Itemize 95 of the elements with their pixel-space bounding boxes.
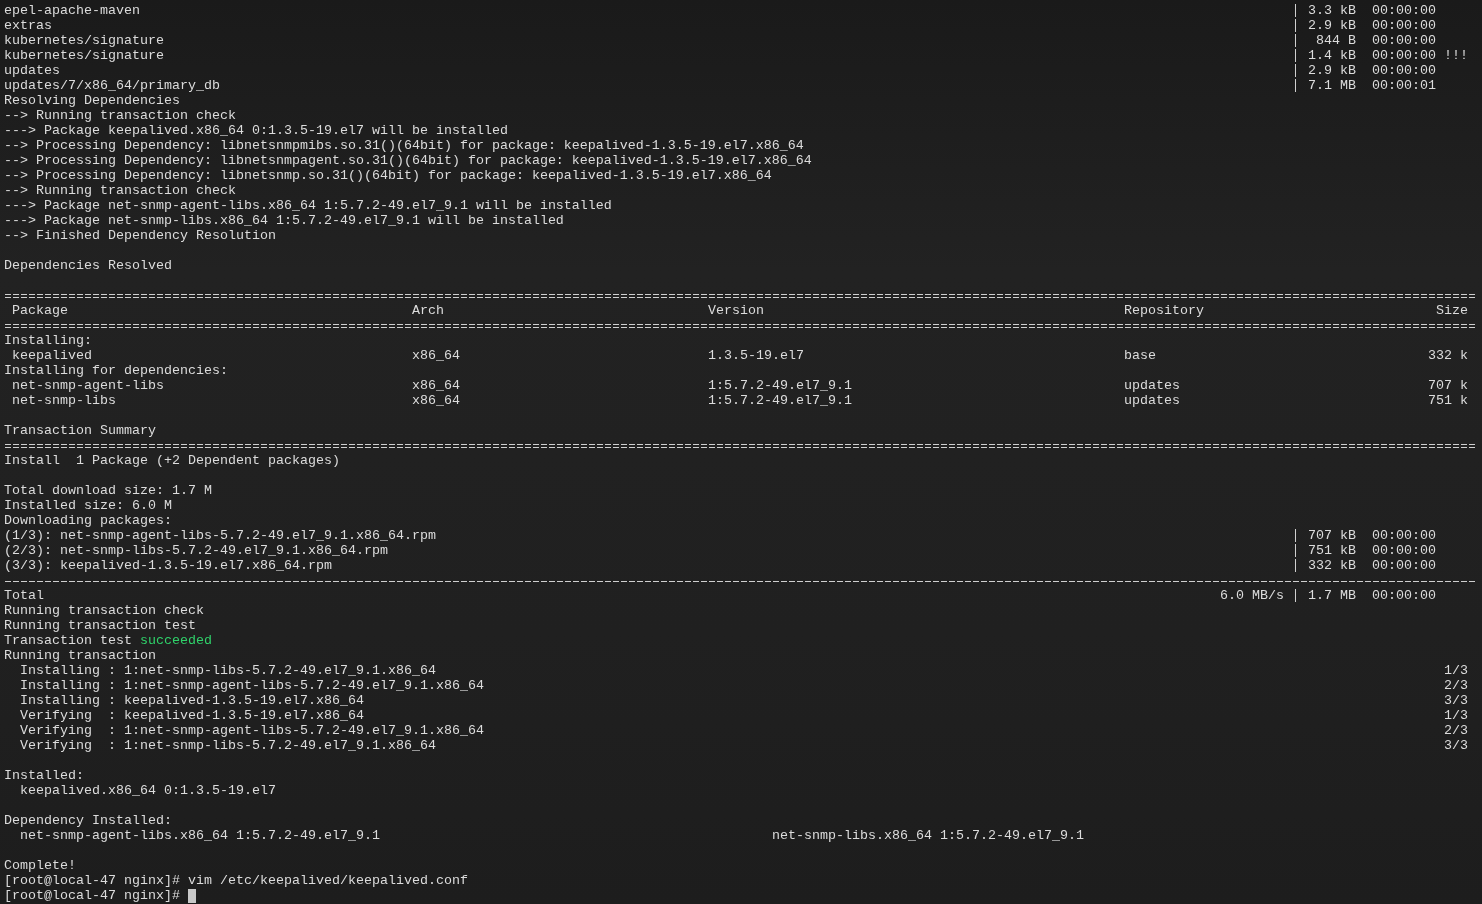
table-cell: keepalived — [12, 348, 92, 363]
step-count: 1/3 — [1444, 708, 1468, 723]
table-cell: updates — [1124, 378, 1180, 393]
column-header: Arch — [412, 303, 444, 318]
column-header: Repository — [1124, 303, 1204, 318]
download-size: 751 kB — [1308, 543, 1356, 558]
download-time: 00:00:00 — [1372, 588, 1436, 603]
terminal-line: Dependencies Resolved — [4, 258, 172, 273]
table-cell: 751 k — [1428, 393, 1468, 408]
download-size: 844 B — [1316, 33, 1356, 48]
terminal-line: Installing for dependencies: — [4, 363, 228, 378]
download-time: 00:00:01 — [1372, 78, 1436, 93]
shell-prompt: [root@local-47 nginx]# — [4, 888, 180, 903]
terminal-line: Complete! — [4, 858, 76, 873]
column-header: Size — [1436, 303, 1468, 318]
terminal-line: Running transaction test — [4, 618, 196, 633]
total-label: Total — [4, 588, 44, 603]
shell-command: vim /etc/keepalived/keepalived.conf — [187, 873, 468, 888]
terminal-line: Total download size: 1.7 M — [4, 483, 212, 498]
download-name: epel-apache-maven — [4, 3, 140, 18]
terminal-line: ---> Package net-snmp-libs.x86_64 1:5.7.2-49.el7_9.1 will be installed — [4, 213, 564, 228]
download-size: 1.4 kB — [1308, 48, 1356, 63]
download-name: kubernetes/signature — [4, 33, 164, 48]
step-count: 2/3 — [1444, 678, 1468, 693]
download-name: (1/3): net-snmp-agent-libs-5.7.2-49.el7_9.1.x86_64.rpm — [4, 528, 436, 543]
installed-package: net-snmp-libs.x86_64 1:5.7.2-49.el7_9.1 — [772, 828, 1084, 843]
terminal-line: --> Running transaction check — [4, 108, 236, 123]
download-time: 00:00:00 — [1372, 543, 1436, 558]
download-size: 2.9 kB — [1308, 18, 1356, 33]
download-size: 332 kB — [1308, 558, 1356, 573]
terminal-line: --> Finished Dependency Resolution — [4, 228, 276, 243]
download-name: (3/3): keepalived-1.3.5-19.el7.x86_64.rpm — [4, 558, 332, 573]
table-cell: 332 k — [1428, 348, 1468, 363]
terminal-line: --> Running transaction check — [4, 183, 236, 198]
terminal-line: Downloading packages: — [4, 513, 172, 528]
terminal-line: Transaction Summary — [4, 423, 156, 438]
transaction-step: Verifying : 1:net-snmp-agent-libs-5.7.2-49.el7_9.1.x86_64 — [20, 723, 484, 738]
table-cell: net-snmp-libs — [12, 393, 116, 408]
table-cell: 1.3.5-19.el7 — [708, 348, 804, 363]
download-time: 00:00:00 — [1372, 63, 1436, 78]
terminal-line: Transaction test succeeded — [4, 633, 212, 648]
table-cell: net-snmp-agent-libs — [12, 378, 164, 393]
step-count: 3/3 — [1444, 693, 1468, 708]
table-cell: base — [1124, 348, 1156, 363]
terminal-line: --> Processing Dependency: libnetsnmpmibs.so.31()(64bit) for package: keepalived-1.3.5-19.el7.x86_64 — [4, 138, 804, 153]
step-count: 1/3 — [1444, 663, 1468, 678]
download-name: updates/7/x86_64/primary_db — [4, 78, 220, 93]
terminal-line: ---> Package keepalived.x86_64 0:1.3.5-19.el7 will be installed — [4, 123, 508, 138]
download-name: extras — [4, 18, 52, 33]
terminal-line: --> Processing Dependency: libnetsnmp.so.31()(64bit) for package: keepalived-1.3.5-19.el7.x86_64 — [4, 168, 772, 183]
download-time: 00:00:00 — [1372, 558, 1436, 573]
terminal-line: Running transaction — [4, 648, 156, 663]
terminal-line: Dependency Installed: — [4, 813, 172, 828]
transaction-step: Verifying : keepalived-1.3.5-19.el7.x86_64 — [20, 708, 364, 723]
terminal-line: Installing: — [4, 333, 92, 348]
transaction-step: Installing : keepalived-1.3.5-19.el7.x86_64 — [20, 693, 364, 708]
download-size: 7.1 MB — [1308, 78, 1356, 93]
download-size: 2.9 kB — [1308, 63, 1356, 78]
transaction-step: Installing : 1:net-snmp-agent-libs-5.7.2-49.el7_9.1.x86_64 — [20, 678, 484, 693]
table-cell: 1:5.7.2-49.el7_9.1 — [708, 393, 852, 408]
download-time: 00:00:00 — [1372, 3, 1436, 18]
column-header: Package — [12, 303, 68, 318]
step-count: 2/3 — [1444, 723, 1468, 738]
terminal-line: ---> Package net-snmp-agent-libs.x86_64 1:5.7.2-49.el7_9.1 will be installed — [4, 198, 612, 213]
download-time: 00:00:00 — [1372, 33, 1436, 48]
terminal-line: Resolving Dependencies — [4, 93, 180, 108]
download-size: 707 kB — [1308, 528, 1356, 543]
table-cell: x86_64 — [412, 393, 460, 408]
download-size: 1.7 MB — [1308, 588, 1356, 603]
step-count: 3/3 — [1444, 738, 1468, 753]
download-name: (2/3): net-snmp-libs-5.7.2-49.el7_9.1.x86_64.rpm — [4, 543, 388, 558]
transaction-step: Verifying : 1:net-snmp-libs-5.7.2-49.el7_9.1.x86_64 — [20, 738, 436, 753]
table-cell: x86_64 — [412, 378, 460, 393]
download-size: 3.3 kB — [1308, 3, 1356, 18]
column-header: Version — [708, 303, 764, 318]
download-name: kubernetes/signature — [4, 48, 164, 63]
download-speed: 6.0 MB/s — [1220, 588, 1284, 603]
terminal-line: Running transaction check — [4, 603, 204, 618]
table-cell: updates — [1124, 393, 1180, 408]
download-time: 00:00:00 — [1372, 528, 1436, 543]
download-time: 00:00:00 — [1372, 18, 1436, 33]
download-time: 00:00:00 — [1372, 48, 1436, 63]
transaction-step: Installing : 1:net-snmp-libs-5.7.2-49.el7_9.1.x86_64 — [20, 663, 436, 678]
installed-package: net-snmp-agent-libs.x86_64 1:5.7.2-49.el7_9.1 — [20, 828, 380, 843]
download-name: updates — [4, 63, 60, 78]
table-cell: 1:5.7.2-49.el7_9.1 — [708, 378, 852, 393]
table-cell: 707 k — [1428, 378, 1468, 393]
warning-marks: !!! — [1444, 48, 1468, 63]
terminal-line: Installed size: 6.0 M — [4, 498, 172, 513]
terminal-line: --> Processing Dependency: libnetsnmpagent.so.31()(64bit) for package: keepalived-1.3.5-19.el7.x86_64 — [4, 153, 812, 168]
shell-prompt: [root@local-47 nginx]# — [4, 873, 180, 888]
table-cell: x86_64 — [412, 348, 460, 363]
terminal-line: Installed: — [4, 768, 84, 783]
installed-package: keepalived.x86_64 0:1.3.5-19.el7 — [20, 783, 276, 798]
terminal-line: Install 1 Package (+2 Dependent packages) — [4, 453, 340, 468]
